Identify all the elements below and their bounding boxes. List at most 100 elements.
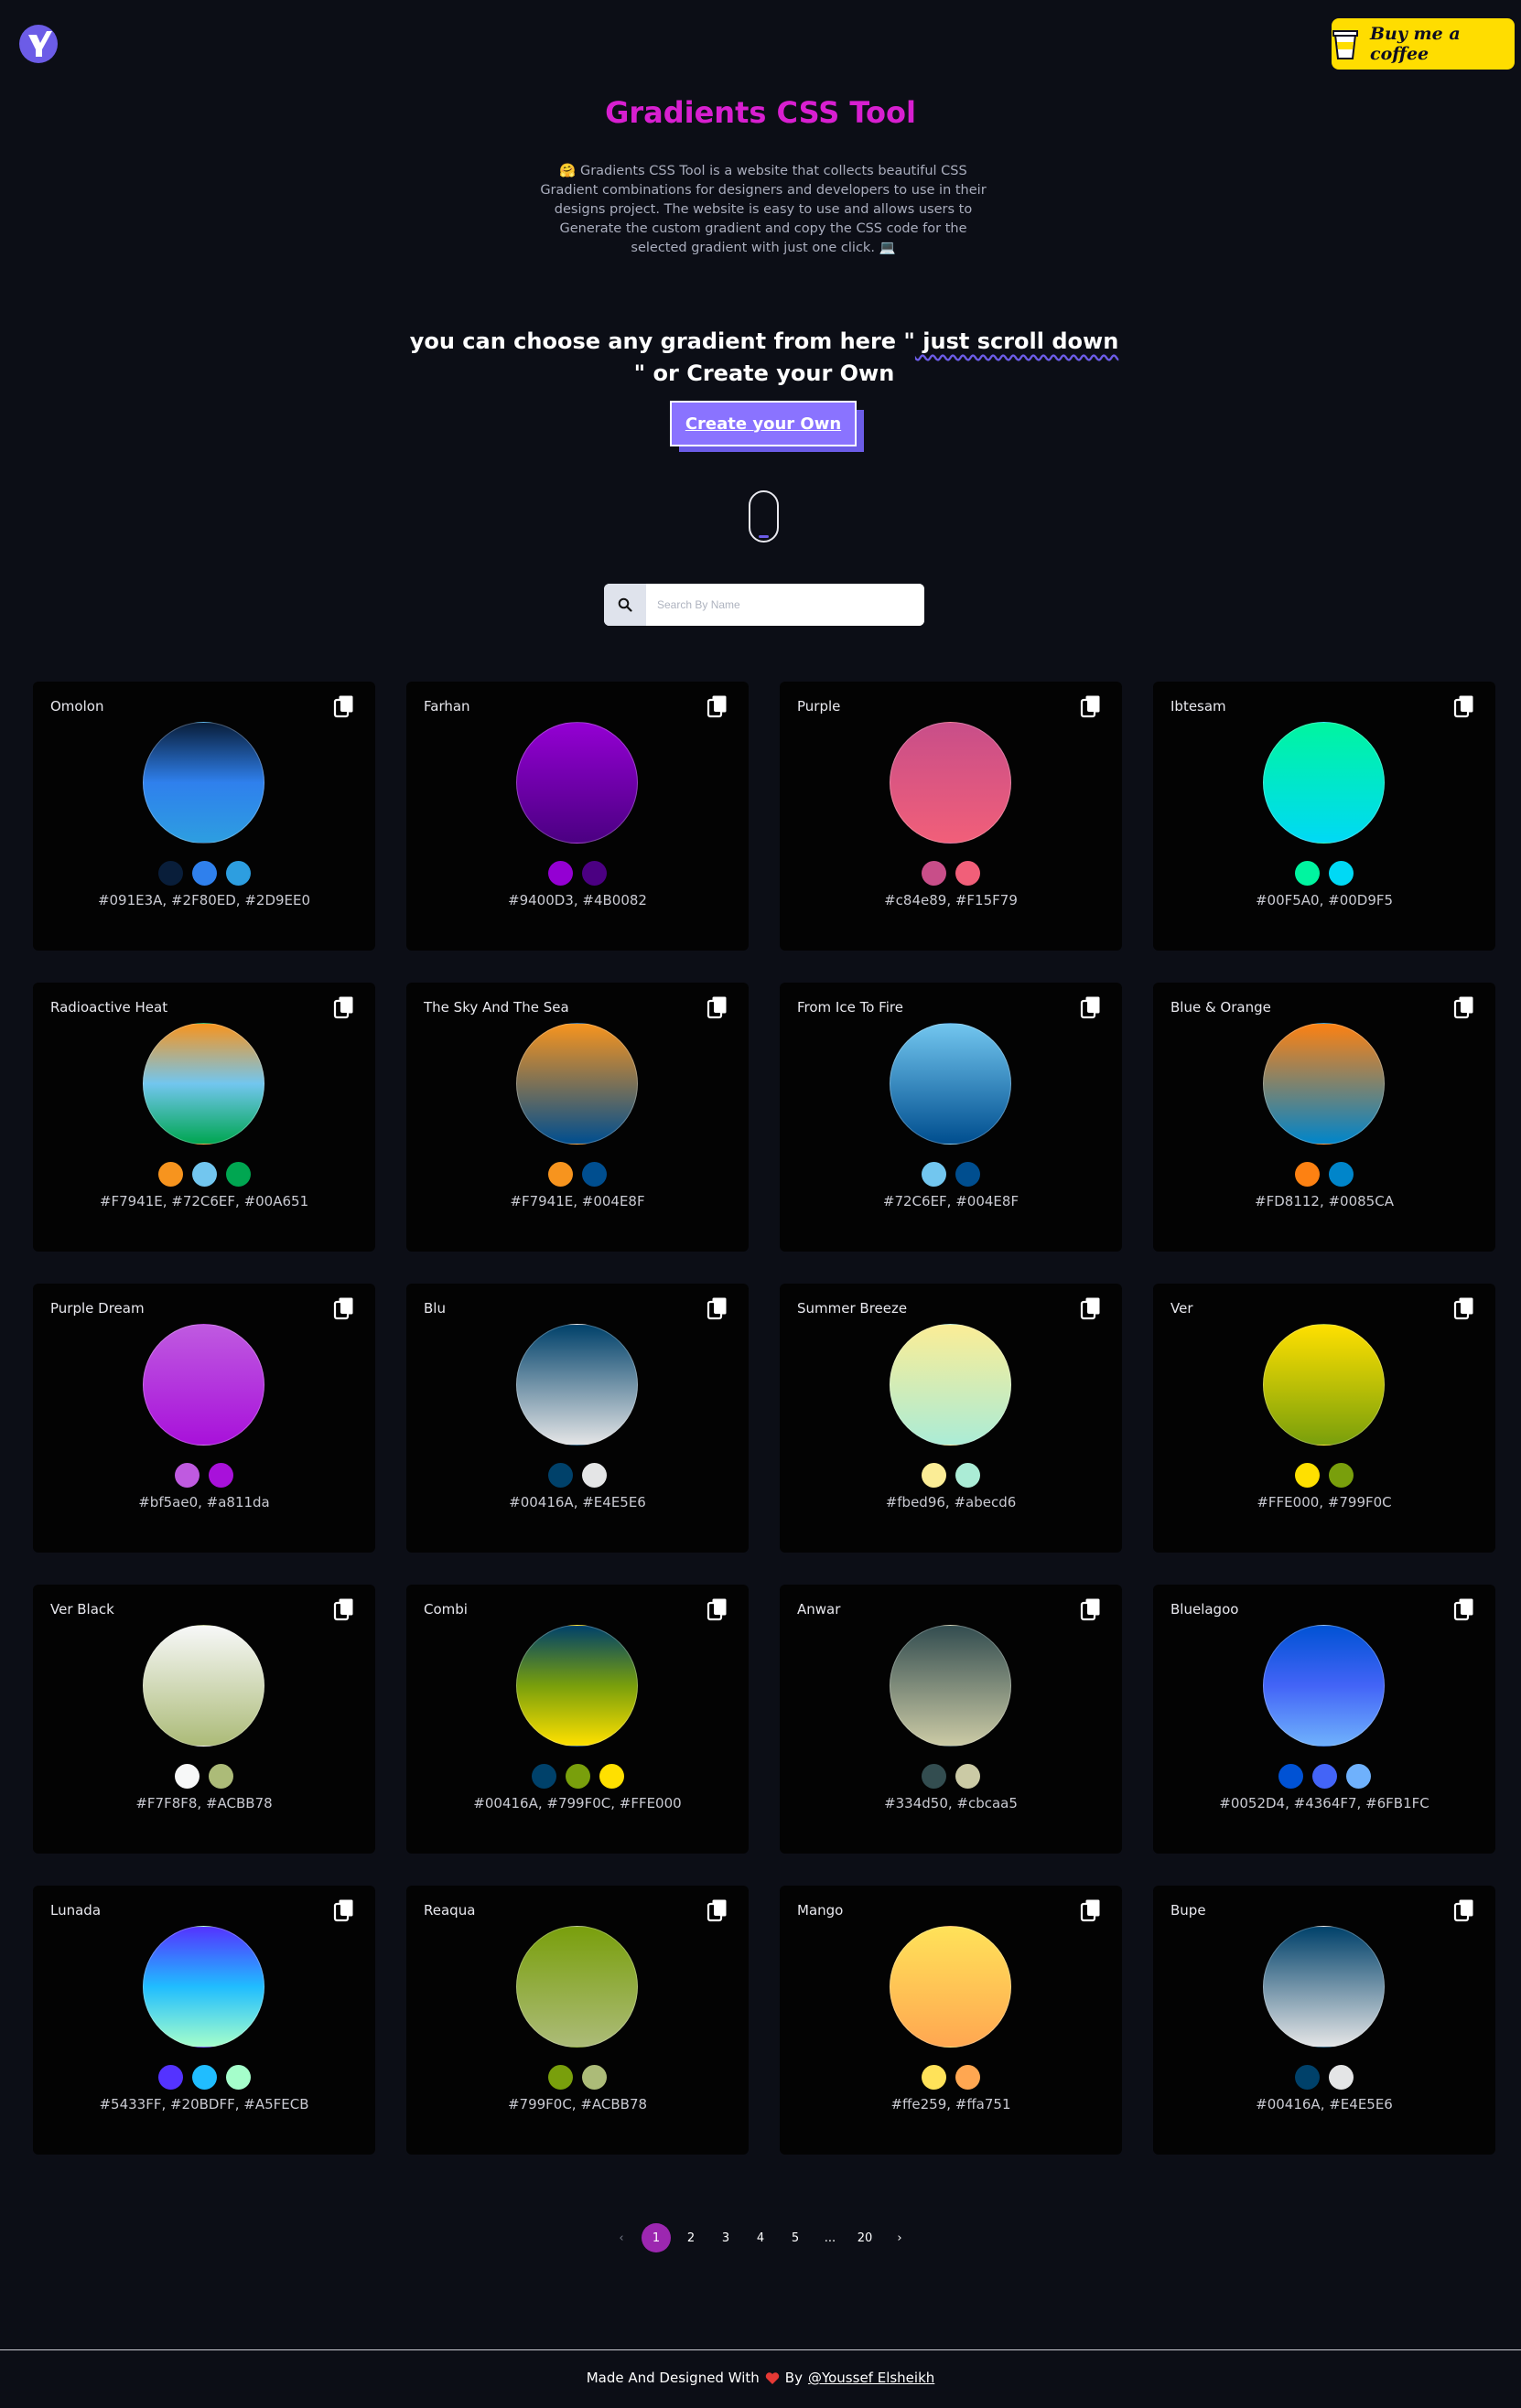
color-swatch[interactable] [922, 2065, 946, 2090]
gradient-name: Summer Breeze [797, 1300, 908, 1317]
color-swatch[interactable] [955, 1463, 980, 1488]
gradient-codes: #F7941E, #004E8F [510, 1193, 645, 1209]
page-button-5[interactable]: 5 [781, 2223, 810, 2252]
copy-css-icon[interactable] [1453, 694, 1475, 722]
gradient-preview [516, 1926, 638, 2048]
color-swatch[interactable] [548, 1162, 573, 1187]
color-swatches [780, 2065, 1122, 2090]
color-swatch[interactable] [225, 861, 251, 886]
copy-css-icon[interactable] [707, 1296, 728, 1324]
color-swatch[interactable] [1329, 1162, 1354, 1187]
color-swatch[interactable] [191, 1162, 217, 1187]
create-your-own-button[interactable]: Create your Own [670, 401, 857, 446]
copy-css-icon[interactable] [333, 995, 355, 1023]
color-swatch[interactable] [548, 861, 573, 886]
copy-css-icon[interactable] [707, 995, 728, 1023]
gradient-preview [1263, 1324, 1385, 1446]
color-swatch[interactable] [582, 1162, 607, 1187]
gradient-preview [516, 1023, 638, 1145]
gradient-codes: #091E3A, #2F80ED, #2D9EE0 [97, 892, 311, 908]
gradient-codes: #72C6EF, #004E8F [882, 1193, 1019, 1209]
copy-css-icon[interactable] [333, 694, 355, 722]
copy-css-icon[interactable] [1453, 995, 1475, 1023]
pagination-ellipsis[interactable]: ... [815, 2223, 845, 2252]
color-swatch[interactable] [1278, 1764, 1303, 1789]
color-swatch[interactable] [225, 2065, 251, 2090]
gradient-preview [516, 722, 638, 844]
copy-css-icon[interactable] [1453, 1898, 1475, 1926]
author-link[interactable]: @Youssef Elsheikh [808, 2370, 934, 2386]
buy-me-a-coffee-button[interactable]: Buy me a coffee [1332, 18, 1515, 70]
page-button-1[interactable]: 1 [642, 2223, 671, 2252]
color-swatch[interactable] [157, 1162, 183, 1187]
copy-css-icon[interactable] [707, 1898, 728, 1926]
color-swatch[interactable] [955, 1764, 980, 1789]
color-swatch[interactable] [955, 2065, 980, 2090]
page-button-3[interactable]: 3 [711, 2223, 740, 2252]
copy-css-icon[interactable] [1453, 1296, 1475, 1324]
copy-css-icon[interactable] [707, 1597, 728, 1625]
color-swatch[interactable] [922, 1764, 946, 1789]
gradient-preview [890, 1625, 1011, 1747]
cta-highlight: just scroll down [914, 328, 1119, 354]
copy-css-icon[interactable] [1080, 995, 1102, 1023]
color-swatch[interactable] [1295, 2065, 1320, 2090]
color-swatch[interactable] [1329, 2065, 1354, 2090]
color-swatch[interactable] [1345, 1764, 1371, 1789]
color-swatch[interactable] [1329, 1463, 1354, 1488]
color-swatch[interactable] [955, 1162, 980, 1187]
color-swatch[interactable] [175, 1463, 200, 1488]
copy-css-icon[interactable] [1080, 1898, 1102, 1926]
gradient-card: Ver #FFE000, #799F0C [1153, 1284, 1495, 1553]
page-button-4[interactable]: 4 [746, 2223, 775, 2252]
color-swatch[interactable] [599, 1764, 624, 1789]
color-swatch[interactable] [157, 861, 183, 886]
color-swatch[interactable] [191, 2065, 217, 2090]
copy-css-icon[interactable] [333, 1597, 355, 1625]
color-swatch[interactable] [1329, 861, 1354, 886]
color-swatch[interactable] [582, 861, 607, 886]
copy-css-icon[interactable] [333, 1898, 355, 1926]
search-button[interactable] [604, 584, 646, 626]
color-swatch[interactable] [922, 1463, 946, 1488]
color-swatch[interactable] [582, 2065, 607, 2090]
cta-prefix: you can choose any gradient from here " [409, 328, 915, 354]
color-swatch[interactable] [209, 1764, 233, 1789]
page-button-20[interactable]: 20 [850, 2223, 879, 2252]
color-swatch[interactable] [582, 1463, 607, 1488]
gradient-preview [890, 1324, 1011, 1446]
color-swatch[interactable] [548, 1463, 573, 1488]
copy-css-icon[interactable] [707, 694, 728, 722]
copy-css-icon[interactable] [1453, 1597, 1475, 1625]
color-swatch[interactable] [1311, 1764, 1337, 1789]
color-swatch[interactable] [175, 1764, 200, 1789]
color-swatch[interactable] [157, 2065, 183, 2090]
color-swatch[interactable] [955, 861, 980, 886]
color-swatches [780, 1463, 1122, 1488]
gradient-codes: #F7941E, #72C6EF, #00A651 [99, 1193, 309, 1209]
site-logo[interactable] [16, 22, 60, 66]
color-swatch[interactable] [225, 1162, 251, 1187]
color-swatch[interactable] [548, 2065, 573, 2090]
next-page-button[interactable]: › [885, 2223, 914, 2252]
gradient-grid: Omolon #091E3A, #2F80ED, #2D9EE0 Farhan #94… [33, 682, 1495, 2155]
gradient-codes: #334d50, #cbcaa5 [884, 1795, 1018, 1811]
color-swatch[interactable] [565, 1764, 590, 1789]
prev-page-button[interactable]: ‹ [607, 2223, 636, 2252]
search-icon [618, 597, 632, 612]
copy-css-icon[interactable] [1080, 1296, 1102, 1324]
color-swatch[interactable] [922, 1162, 946, 1187]
color-swatch[interactable] [1295, 861, 1320, 886]
color-swatch[interactable] [922, 861, 946, 886]
color-swatch[interactable] [531, 1764, 556, 1789]
color-swatch[interactable] [209, 1463, 233, 1488]
copy-css-icon[interactable] [1080, 1597, 1102, 1625]
gradient-name: From Ice To Fire [797, 999, 903, 1016]
color-swatch[interactable] [191, 861, 217, 886]
color-swatch[interactable] [1295, 1162, 1320, 1187]
color-swatch[interactable] [1295, 1463, 1320, 1488]
copy-css-icon[interactable] [1080, 694, 1102, 722]
page-button-2[interactable]: 2 [676, 2223, 706, 2252]
search-input[interactable] [646, 584, 924, 626]
copy-css-icon[interactable] [333, 1296, 355, 1324]
